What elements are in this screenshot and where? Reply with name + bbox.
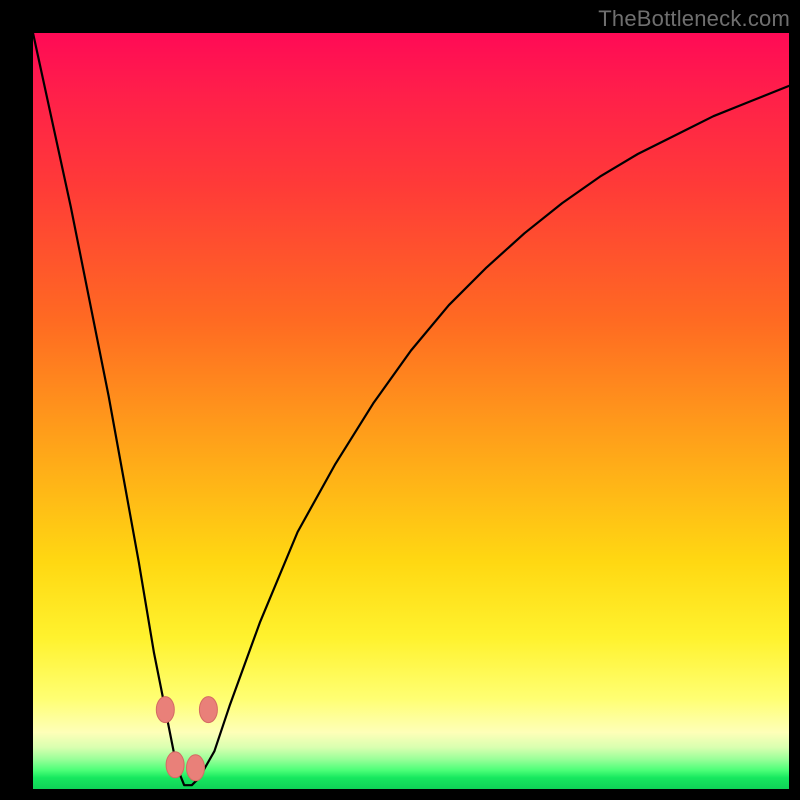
outer-frame: TheBottleneck.com (0, 0, 800, 800)
curve-marker (187, 755, 205, 781)
bottleneck-curve (33, 33, 789, 785)
curve-svg (33, 33, 789, 789)
curve-markers (156, 697, 217, 781)
curve-marker (199, 697, 217, 723)
plot-area (33, 33, 789, 789)
attribution-text: TheBottleneck.com (598, 6, 790, 32)
curve-marker (156, 697, 174, 723)
curve-marker (166, 752, 184, 778)
